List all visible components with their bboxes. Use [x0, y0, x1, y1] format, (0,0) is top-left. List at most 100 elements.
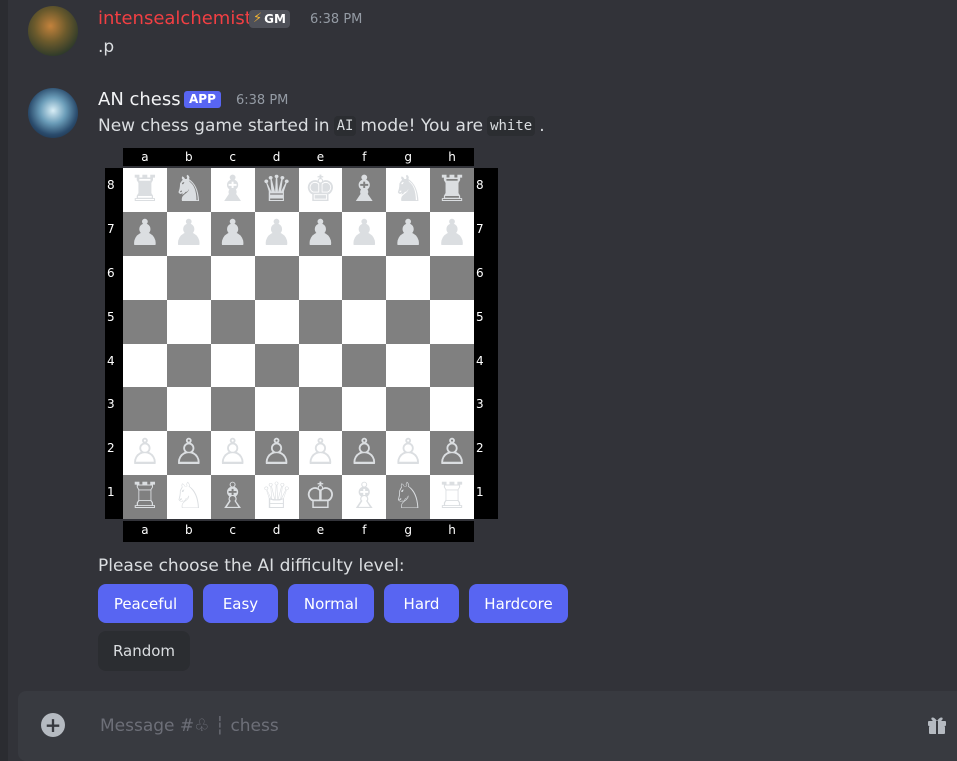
rank-labels-left: 8 7 6 5 4 3 2 1 — [105, 168, 123, 519]
hard-button[interactable]: Hard — [384, 584, 459, 623]
gift-icon[interactable] — [926, 713, 948, 735]
file-label: f — [362, 523, 367, 537]
board-square — [298, 343, 343, 388]
rank-label: 6 — [476, 265, 484, 280]
board-square — [210, 299, 255, 344]
chess-piece: ♝ — [216, 168, 249, 210]
board-square: ♟ — [342, 211, 387, 256]
author-name[interactable]: intensealchemist — [98, 8, 252, 29]
avatar[interactable] — [28, 6, 78, 56]
board-square — [254, 343, 299, 388]
file-label: h — [448, 523, 456, 537]
chess-piece: ♙ — [128, 432, 162, 474]
board-square: ♙ — [166, 431, 211, 476]
board-square: ♔ — [298, 475, 343, 519]
board-square — [386, 255, 431, 300]
board-square — [123, 255, 167, 300]
chess-piece: ♙ — [172, 432, 205, 474]
chess-piece: ♘ — [392, 476, 425, 518]
board-square — [210, 255, 255, 300]
normal-button[interactable]: Normal — [288, 584, 374, 623]
board-square: ♝ — [342, 168, 387, 212]
file-labels-bottom: a b c d e f g h — [123, 521, 474, 542]
board-square — [386, 343, 431, 388]
board-square — [254, 387, 299, 432]
file-label: d — [272, 150, 281, 164]
board-square — [166, 387, 211, 432]
board-square: ♕ — [254, 475, 299, 519]
peaceful-button[interactable]: Peaceful — [98, 584, 193, 623]
bot-name[interactable]: AN chess — [98, 89, 181, 110]
board-square: ♙ — [254, 431, 299, 476]
chess-piece: ♙ — [348, 432, 381, 474]
chess-piece: ♙ — [216, 432, 249, 474]
file-label: h — [448, 150, 456, 164]
board-square: ♟ — [430, 211, 474, 256]
board-square: ♙ — [430, 431, 474, 476]
board-square — [254, 299, 299, 344]
file-label: b — [185, 150, 193, 164]
chess-piece: ♟ — [260, 212, 293, 254]
board-square: ♟ — [166, 211, 211, 256]
board-square: ♜ — [430, 168, 474, 212]
board-square: ♙ — [342, 431, 387, 476]
board-square: ♙ — [123, 431, 167, 476]
chess-piece: ♙ — [304, 432, 337, 474]
chess-piece: ♝ — [348, 168, 381, 210]
message-input[interactable] — [98, 712, 862, 740]
easy-button[interactable]: Easy — [203, 584, 278, 623]
rank-label: 3 — [476, 397, 484, 412]
server-sidebar-edge — [0, 0, 8, 761]
timestamp: 6:38 PM — [236, 93, 289, 108]
random-button[interactable]: Random — [98, 631, 190, 671]
role-badge[interactable]: ⚡ GM — [249, 10, 290, 28]
board-square — [430, 343, 474, 388]
app-badge: APP — [184, 91, 221, 108]
board-square: ♘ — [386, 475, 431, 519]
rank-label: 4 — [107, 353, 115, 368]
board-square: ♙ — [210, 431, 255, 476]
message-text: .p — [98, 37, 115, 57]
chess-piece: ♗ — [348, 476, 381, 518]
text-segment: mode! You are — [360, 116, 484, 136]
rank-label: 1 — [476, 485, 484, 500]
inline-code: AI — [333, 116, 357, 136]
board-square — [123, 343, 167, 388]
chess-piece: ♛ — [260, 168, 293, 210]
bot-avatar[interactable] — [28, 88, 78, 138]
rank-label: 5 — [476, 309, 484, 324]
chess-piece: ♟ — [348, 212, 381, 254]
chess-piece: ♟ — [128, 212, 162, 254]
board-square — [166, 255, 211, 300]
file-label: e — [316, 150, 325, 164]
chess-piece: ♗ — [216, 476, 249, 518]
board-square: ♟ — [298, 211, 343, 256]
chess-piece: ♟ — [304, 212, 337, 254]
board-square: ♟ — [386, 211, 431, 256]
difficulty-prompt: Please choose the AI difficulty level: — [98, 556, 405, 576]
file-label: c — [229, 150, 236, 164]
lightning-icon: ⚡ — [253, 11, 263, 26]
chess-piece: ♞ — [392, 168, 425, 210]
board-square — [298, 255, 343, 300]
chess-piece: ♟ — [216, 212, 249, 254]
board-square — [430, 299, 474, 344]
chess-board-image[interactable]: abcdefgh 87654321 ♜ ♞ ♝ ♛ ♚ ♝ ♞ ♜ ♟ ♟ ♟ ♟ ♟ ♟ ♟ ♟ ♙ ♙ ♙ ♙ ♙ ♙… — [98, 148, 498, 542]
board-square — [166, 299, 211, 344]
rank-label: 8 — [107, 178, 115, 192]
board-square: ♙ — [298, 431, 343, 476]
board-square — [430, 387, 474, 432]
add-attachment-icon[interactable]: + — [41, 713, 65, 737]
board-square: ♖ — [123, 475, 167, 519]
text-segment: New chess game started in — [98, 116, 330, 136]
chess-piece: ♔ — [304, 476, 337, 518]
chess-piece: ♜ — [128, 168, 162, 210]
message-text: New chess game started in AI mode! You a… — [98, 116, 545, 136]
chess-piece: ♙ — [435, 432, 469, 474]
board-square — [430, 255, 474, 300]
board-square: ♟ — [123, 211, 167, 256]
rank-labels-right: 8 7 6 5 4 3 2 1 — [474, 168, 498, 519]
hardcore-button[interactable]: Hardcore — [469, 584, 568, 623]
chess-piece: ♙ — [392, 432, 425, 474]
board-square — [386, 387, 431, 432]
